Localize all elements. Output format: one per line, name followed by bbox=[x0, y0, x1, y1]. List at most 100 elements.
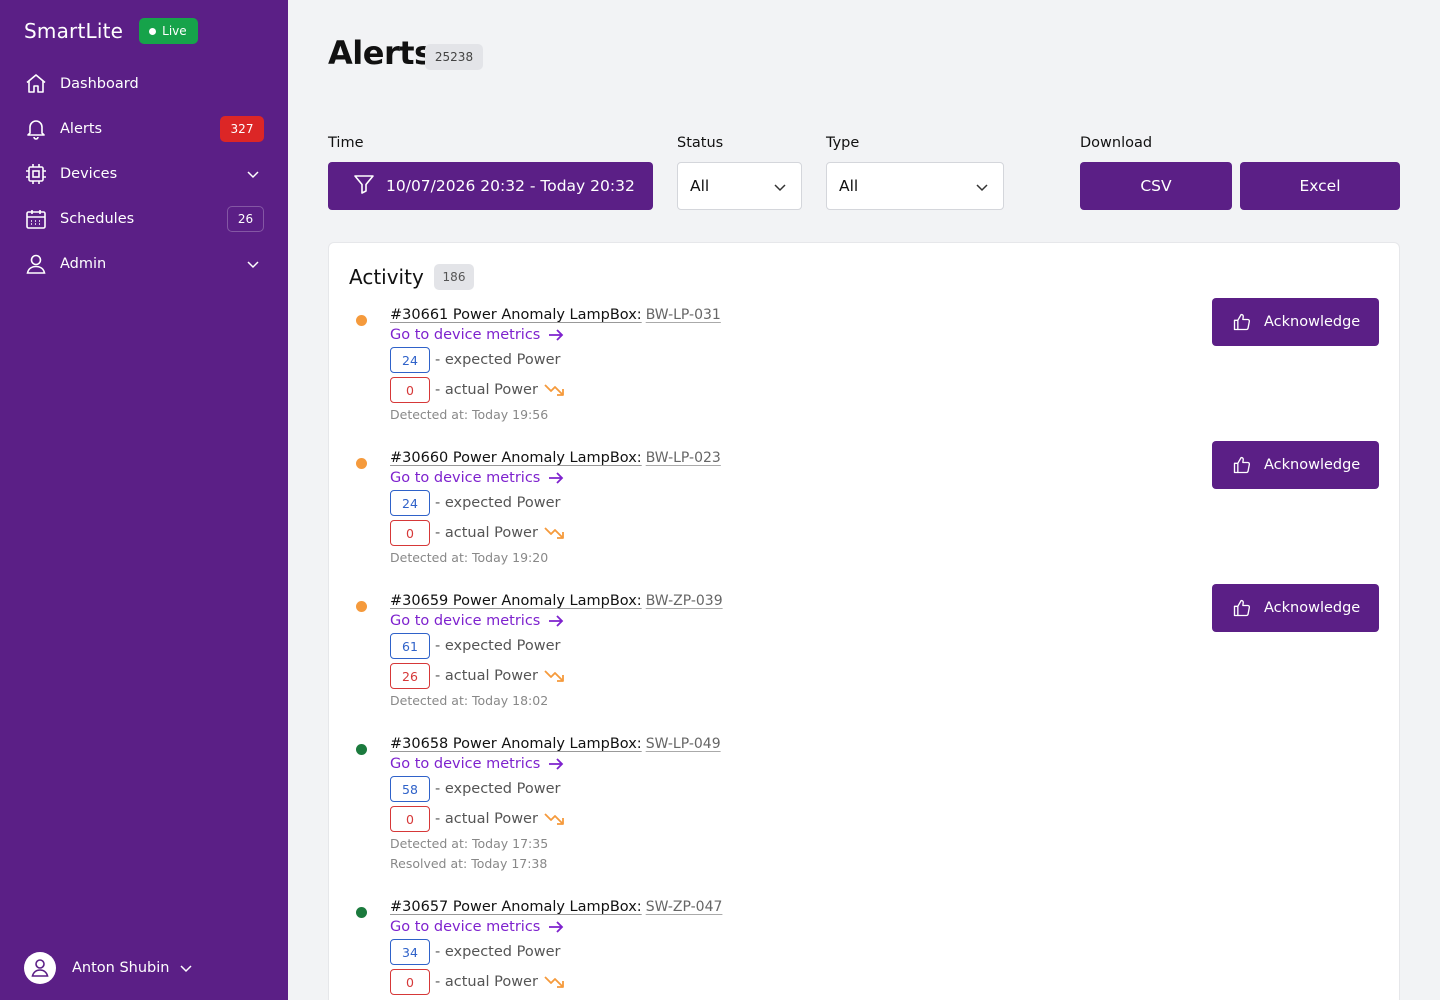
page-title: Alerts bbox=[328, 34, 433, 72]
type-label: Type bbox=[826, 135, 860, 151]
status-dot bbox=[356, 315, 367, 326]
device-metrics-link[interactable]: Go to device metrics bbox=[390, 327, 564, 343]
actual-power-row: 0 - actual Power bbox=[390, 969, 566, 995]
acknowledge-button[interactable]: Acknowledge bbox=[1212, 441, 1379, 489]
chevron-down-icon bbox=[773, 180, 787, 198]
trending-down-icon bbox=[544, 669, 566, 683]
activity-count-badge: 186 bbox=[434, 264, 474, 290]
device-metrics-label: Go to device metrics bbox=[390, 919, 541, 935]
alert-title[interactable]: #30661 Power Anomaly LampBox: bbox=[390, 307, 642, 323]
alerts-total-badge: 25238 bbox=[425, 44, 483, 70]
sidebar-item-devices[interactable]: Devices bbox=[24, 151, 264, 196]
expected-power-value: 58 bbox=[390, 776, 430, 802]
status-dot bbox=[356, 458, 367, 469]
actual-power-value: 0 bbox=[390, 969, 430, 995]
sidebar-item-label: Alerts bbox=[60, 120, 103, 137]
device-link[interactable]: BW-LP-031 bbox=[646, 307, 721, 323]
device-link[interactable]: SW-ZP-047 bbox=[646, 899, 723, 915]
actual-power-label: - actual Power bbox=[435, 974, 538, 990]
sidebar-item-label: Schedules bbox=[60, 210, 135, 227]
device-link[interactable]: BW-ZP-039 bbox=[646, 593, 723, 609]
sidebar-item-label: Admin bbox=[60, 255, 107, 272]
chevron-down-icon[interactable] bbox=[246, 256, 260, 275]
actual-power-row: 0 - actual Power bbox=[390, 520, 566, 546]
acknowledge-button[interactable]: Acknowledge bbox=[1212, 584, 1379, 632]
alert-title[interactable]: #30660 Power Anomaly LampBox: bbox=[390, 450, 642, 466]
sidebar-item-schedules[interactable]: Schedules 26 bbox=[24, 196, 264, 241]
time-range-value: 10/07/2026 20:32 - Today 20:32 bbox=[386, 177, 635, 195]
alert-title[interactable]: #30659 Power Anomaly LampBox: bbox=[390, 593, 642, 609]
bell-icon bbox=[24, 117, 48, 141]
actual-power-value: 0 bbox=[390, 520, 430, 546]
acknowledge-label: Acknowledge bbox=[1264, 600, 1361, 616]
type-select-value: All bbox=[839, 177, 859, 195]
csv-button[interactable]: CSV bbox=[1080, 162, 1232, 210]
device-link[interactable]: SW-LP-049 bbox=[646, 736, 721, 752]
trending-down-icon bbox=[544, 526, 566, 540]
status-select[interactable]: All bbox=[677, 162, 802, 210]
actual-power-label: - actual Power bbox=[435, 382, 538, 398]
type-select[interactable]: All bbox=[826, 162, 1004, 210]
sidebar-item-dashboard[interactable]: Dashboard bbox=[24, 61, 264, 106]
chevron-down-icon[interactable] bbox=[179, 961, 193, 975]
device-metrics-link[interactable]: Go to device metrics bbox=[390, 756, 564, 772]
device-link[interactable]: BW-LP-023 bbox=[646, 450, 721, 466]
status-dot bbox=[356, 744, 367, 755]
actual-power-label: - actual Power bbox=[435, 668, 538, 684]
detected-at: Detected at: Today 17:35 bbox=[390, 836, 549, 851]
sidebar-item-label: Dashboard bbox=[60, 75, 139, 92]
resolved-at: Resolved at: Today 17:38 bbox=[390, 856, 548, 871]
alert-heading[interactable]: #30660 Power Anomaly LampBox: BW-LP-023 bbox=[390, 450, 721, 466]
user-icon bbox=[24, 252, 48, 276]
user-menu[interactable]: Anton Shubin bbox=[24, 952, 193, 984]
time-range-button[interactable]: 10/07/2026 20:32 - Today 20:32 bbox=[328, 162, 653, 210]
chip-icon bbox=[24, 162, 48, 186]
actual-power-value: 0 bbox=[390, 377, 430, 403]
trending-down-icon bbox=[544, 975, 566, 989]
filter-icon bbox=[352, 172, 376, 200]
status-dot bbox=[356, 907, 367, 918]
alert-title[interactable]: #30658 Power Anomaly LampBox: bbox=[390, 736, 642, 752]
expected-power-label: - expected Power bbox=[435, 781, 561, 797]
actual-power-label: - actual Power bbox=[435, 525, 538, 541]
user-name: Anton Shubin bbox=[72, 960, 170, 976]
status-select-value: All bbox=[690, 177, 710, 195]
expected-power-row: 34 - expected Power bbox=[390, 939, 560, 965]
activity-card: Activity 186 #30661 Power Anomaly LampBo… bbox=[328, 242, 1400, 1000]
sidebar: SmartLite Live Dashboard Alerts 327 Devi… bbox=[0, 0, 288, 1000]
alert-heading[interactable]: #30659 Power Anomaly LampBox: BW-ZP-039 bbox=[390, 593, 723, 609]
alert-heading[interactable]: #30657 Power Anomaly LampBox: SW-ZP-047 bbox=[390, 899, 722, 915]
live-status-label: Live bbox=[162, 24, 187, 38]
device-metrics-link[interactable]: Go to device metrics bbox=[390, 470, 564, 486]
acknowledge-label: Acknowledge bbox=[1264, 457, 1361, 473]
device-metrics-label: Go to device metrics bbox=[390, 756, 541, 772]
expected-power-value: 61 bbox=[390, 633, 430, 659]
detected-at: Detected at: Today 19:56 bbox=[390, 407, 549, 422]
expected-power-value: 24 bbox=[390, 490, 430, 516]
excel-button[interactable]: Excel bbox=[1240, 162, 1400, 210]
expected-power-row: 58 - expected Power bbox=[390, 776, 560, 802]
detected-at: Detected at: Today 18:02 bbox=[390, 693, 549, 708]
device-metrics-link[interactable]: Go to device metrics bbox=[390, 613, 564, 629]
activity-title: Activity bbox=[349, 265, 424, 289]
alert-title[interactable]: #30657 Power Anomaly LampBox: bbox=[390, 899, 642, 915]
sidebar-item-admin[interactable]: Admin bbox=[24, 241, 264, 286]
live-dot-icon bbox=[149, 27, 157, 35]
acknowledge-label: Acknowledge bbox=[1264, 314, 1361, 330]
trending-down-icon bbox=[544, 812, 566, 826]
sidebar-item-alerts[interactable]: Alerts 327 bbox=[24, 106, 264, 151]
device-metrics-label: Go to device metrics bbox=[390, 613, 541, 629]
expected-power-value: 24 bbox=[390, 347, 430, 373]
arrow-right-icon bbox=[549, 758, 564, 770]
device-metrics-label: Go to device metrics bbox=[390, 327, 541, 343]
acknowledge-button[interactable]: Acknowledge bbox=[1212, 298, 1379, 346]
alert-heading[interactable]: #30661 Power Anomaly LampBox: BW-LP-031 bbox=[390, 307, 721, 323]
actual-power-label: - actual Power bbox=[435, 811, 538, 827]
device-metrics-link[interactable]: Go to device metrics bbox=[390, 919, 564, 935]
alert-heading[interactable]: #30658 Power Anomaly LampBox: SW-LP-049 bbox=[390, 736, 721, 752]
expected-power-row: 24 - expected Power bbox=[390, 490, 560, 516]
trending-down-icon bbox=[544, 383, 566, 397]
actual-power-row: 0 - actual Power bbox=[390, 377, 566, 403]
chevron-down-icon[interactable] bbox=[246, 166, 260, 185]
actual-power-row: 0 - actual Power bbox=[390, 806, 566, 832]
